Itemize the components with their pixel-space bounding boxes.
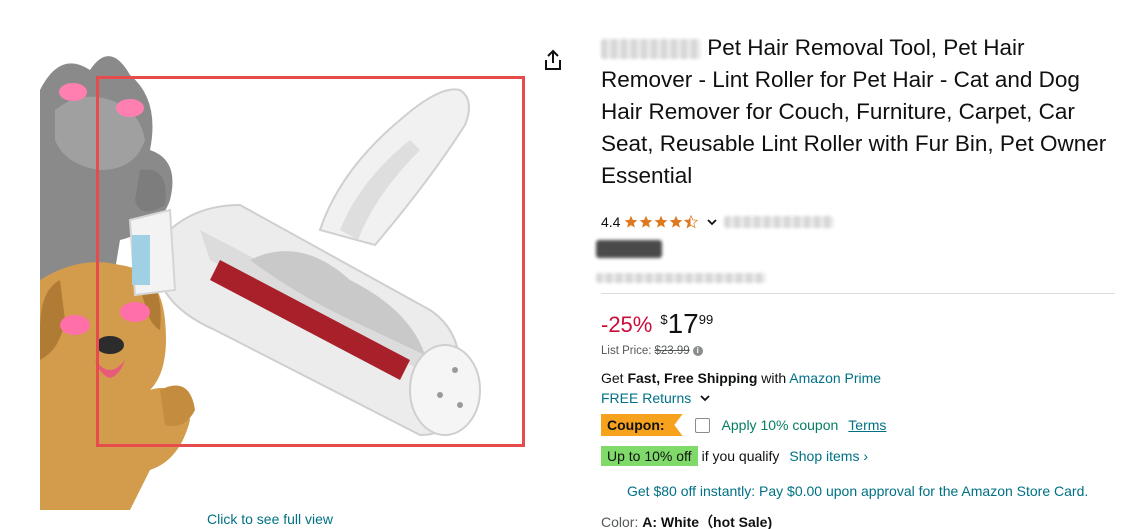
blurred-purchase-info	[596, 273, 766, 283]
amazon-prime-link[interactable]: Amazon Prime	[789, 370, 881, 386]
chevron-down-icon[interactable]	[699, 392, 711, 404]
star-half-icon	[684, 215, 699, 229]
color-selection: Color: A: White（hot Sale)	[601, 512, 772, 529]
free-returns[interactable]: FREE Returns	[601, 390, 711, 406]
product-image[interactable]	[40, 30, 540, 510]
price-row: -25% $ 17 99	[601, 310, 713, 338]
list-price-value: $23.99	[654, 345, 690, 357]
current-price: $ 17 99	[660, 308, 714, 339]
product-title: Pet Hair Removal Tool, Pet Hair Remover …	[601, 35, 1107, 188]
coupon-badge: Coupon:	[601, 414, 683, 436]
rating-value: 4.4	[601, 214, 621, 230]
promo-badge: Up to 10% off	[601, 446, 698, 466]
shop-items-link[interactable]: Shop items ›	[789, 448, 868, 464]
full-view-link[interactable]: Click to see full view	[207, 511, 333, 527]
star-icon	[640, 215, 653, 228]
section-divider	[601, 293, 1115, 294]
blurred-brand	[601, 39, 701, 60]
blurred-badge	[596, 240, 662, 258]
star-icon	[655, 215, 668, 228]
chevron-down-icon[interactable]	[706, 216, 718, 228]
share-icon[interactable]	[542, 48, 564, 72]
info-icon[interactable]: i	[692, 346, 703, 356]
coupon-checkbox[interactable]	[694, 417, 710, 433]
blurred-rating-count	[724, 216, 835, 228]
qualify-text: if you qualify	[701, 448, 780, 464]
coupon-row: Coupon: Apply 10% coupon Terms	[601, 414, 886, 436]
apply-coupon-label[interactable]: Apply 10% coupon	[722, 417, 839, 433]
store-card-offer-link[interactable]: Get $80 off instantly: Pay $0.00 upon ap…	[627, 483, 1088, 499]
rating-row[interactable]: 4.4	[601, 214, 835, 230]
list-price: List Price: $23.99 i	[601, 345, 703, 357]
product-title-block: Pet Hair Removal Tool, Pet Hair Remover …	[601, 32, 1116, 192]
star-rating[interactable]	[624, 215, 699, 229]
free-returns-link[interactable]: FREE Returns	[601, 390, 691, 406]
star-icon	[670, 215, 683, 228]
color-value: A: White（hot Sale)	[642, 514, 773, 529]
color-label: Color:	[601, 514, 639, 529]
discount-percent: -25%	[601, 312, 653, 337]
product-image-area[interactable]	[40, 30, 540, 510]
star-icon	[625, 215, 638, 228]
coupon-terms-link[interactable]: Terms	[848, 417, 886, 433]
shipping-info: Get Fast, Free Shipping with Amazon Prim…	[601, 370, 882, 386]
promo-row: Up to 10% off if you qualify Shop items …	[601, 446, 868, 466]
